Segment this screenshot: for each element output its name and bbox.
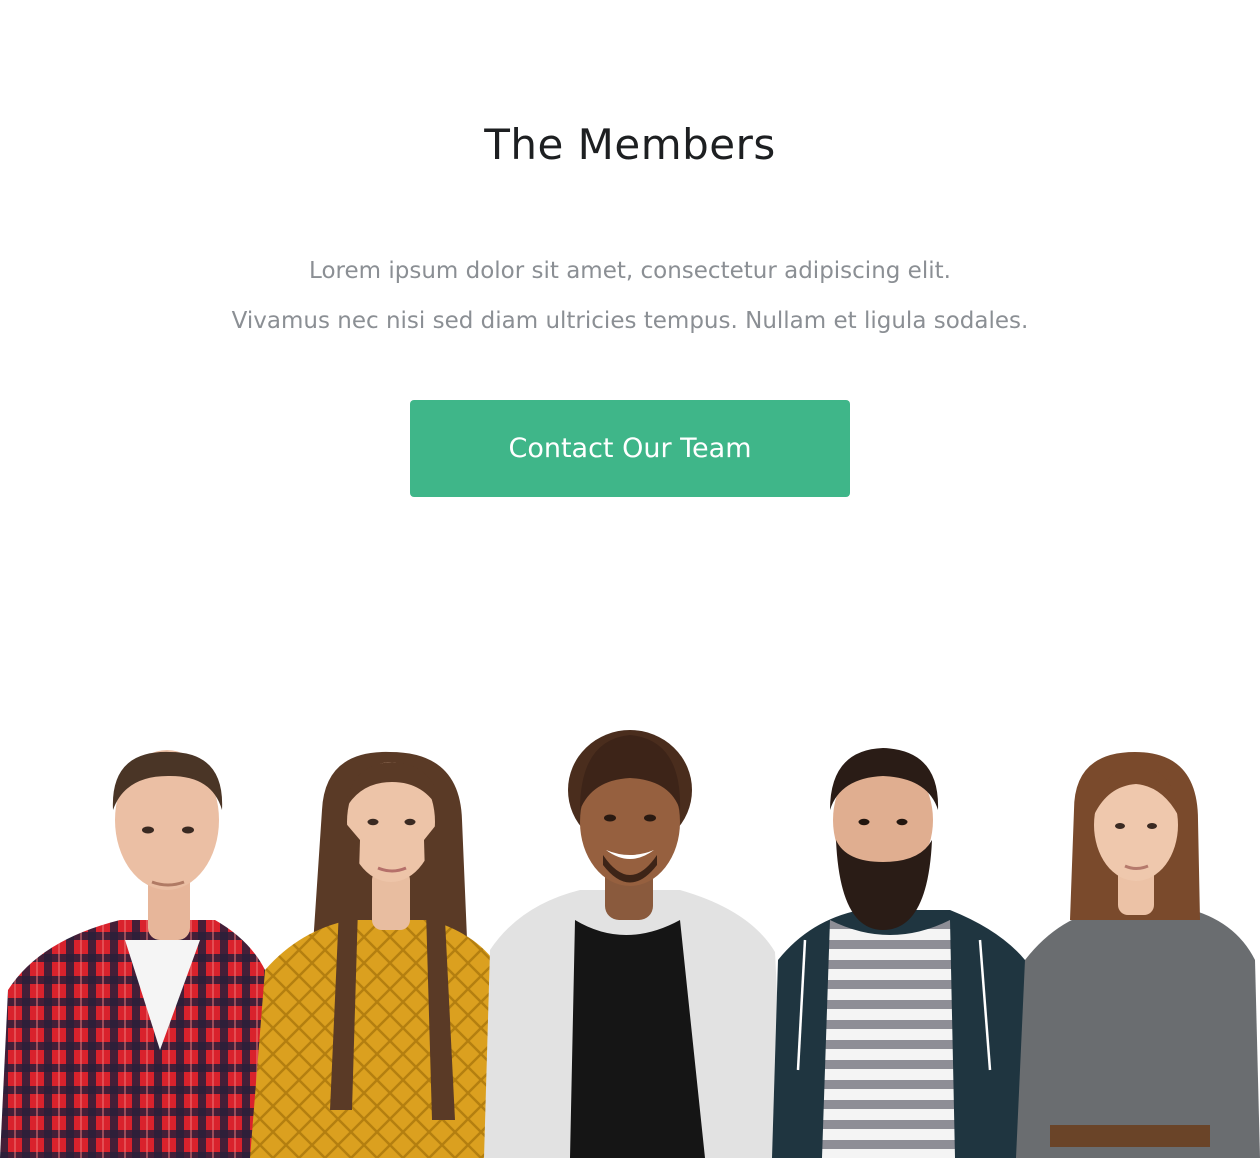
team-member-1 [0, 750, 265, 1158]
members-section: The Members Lorem ipsum dolor sit amet, … [0, 0, 1260, 1158]
team-photo [0, 730, 1260, 1158]
team-member-3 [484, 730, 785, 1158]
team-member-5 [1016, 752, 1260, 1158]
section-title: The Members [484, 120, 776, 169]
team-member-2 [250, 751, 505, 1158]
section-description: Lorem ipsum dolor sit amet, consectetur … [0, 246, 1260, 346]
description-line-1: Lorem ipsum dolor sit amet, consectetur … [309, 258, 951, 284]
team-member-4 [772, 748, 1040, 1158]
contact-team-button[interactable]: Contact Our Team [410, 400, 850, 497]
description-line-2: Vivamus nec nisi sed diam ultricies temp… [231, 308, 1029, 334]
